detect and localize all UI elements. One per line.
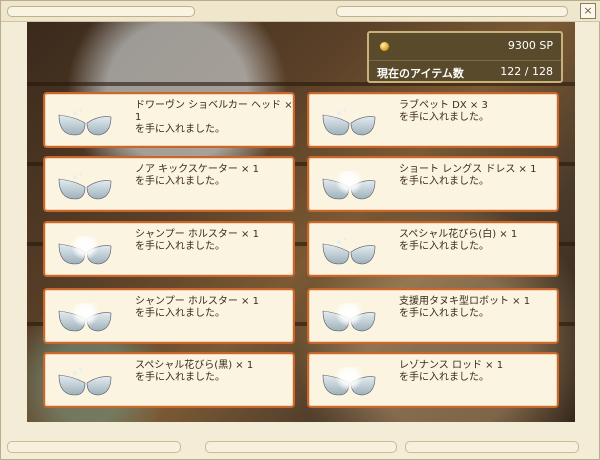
item-name: スペシャル花びら(白) × 1	[399, 229, 518, 240]
item-result: を手に入れました。	[399, 372, 489, 383]
result-text: シャンプー ホルスター × 1 を手に入れました。	[135, 296, 293, 320]
result-card: スペシャル花びら(白) × 1 を手に入れました。	[307, 221, 559, 277]
result-card: スペシャル花びら(黒) × 1 を手に入れました。	[43, 352, 295, 408]
result-text: レゾナンス ロッド × 1 を手に入れました。	[399, 360, 557, 384]
result-card: シャンプー ホルスター × 1 を手に入れました。	[43, 288, 295, 344]
close-button[interactable]: ×	[580, 3, 596, 19]
capsule-icon	[319, 236, 379, 266]
capsule-icon	[55, 303, 115, 333]
item-result: を手に入れました。	[135, 176, 225, 187]
item-result: を手に入れました。	[135, 241, 225, 252]
gacha-result-window: × 9300 SP 現在のアイテム数 122 / 128 ドワーヴン ショベルカ…	[0, 0, 600, 460]
capsule-icon	[319, 171, 379, 201]
result-card: ショート レングス ドレス × 1 を手に入れました。	[307, 156, 559, 212]
item-name: ノア キックスケーター × 1	[135, 164, 259, 175]
item-name: ショート レングス ドレス × 1	[399, 164, 537, 175]
item-result: を手に入れました。	[399, 241, 489, 252]
result-text: ドワーヴン ショベルカー ヘッド × 1 を手に入れました。	[135, 100, 293, 136]
item-result: を手に入れました。	[399, 112, 489, 123]
bottom-grip-0	[7, 441, 181, 453]
capsule-icon	[319, 367, 379, 397]
status-panel: 9300 SP 現在のアイテム数 122 / 128	[367, 31, 563, 83]
item-name: ラブペット DX × 3	[399, 100, 488, 111]
result-card: 支援用タヌキ型ロボット × 1 を手に入れました。	[307, 288, 559, 344]
bottom-grip-1	[205, 441, 397, 453]
item-name: 支援用タヌキ型ロボット × 1	[399, 296, 531, 307]
item-result: を手に入れました。	[399, 176, 489, 187]
result-text: シャンプー ホルスター × 1 を手に入れました。	[135, 229, 293, 253]
result-text: スペシャル花びら(白) × 1 を手に入れました。	[399, 229, 557, 253]
item-count-value: 122 / 128	[500, 65, 553, 78]
item-result: を手に入れました。	[399, 308, 489, 319]
coin-icon	[379, 41, 390, 52]
result-text: 支援用タヌキ型ロボット × 1 を手に入れました。	[399, 296, 557, 320]
item-result: を手に入れました。	[135, 372, 225, 383]
item-name: ドワーヴン ショベルカー ヘッド × 1	[135, 100, 293, 123]
result-text: ラブペット DX × 3 を手に入れました。	[399, 100, 557, 124]
result-card: ラブペット DX × 3 を手に入れました。	[307, 92, 559, 148]
capsule-icon	[55, 367, 115, 397]
item-result: を手に入れました。	[135, 124, 225, 135]
result-text: ノア キックスケーター × 1 を手に入れました。	[135, 164, 293, 188]
result-text: スペシャル花びら(黒) × 1 を手に入れました。	[135, 360, 293, 384]
result-text: ショート レングス ドレス × 1 を手に入れました。	[399, 164, 557, 188]
sp-value: 9300 SP	[507, 39, 553, 52]
result-card: レゾナンス ロッド × 1 を手に入れました。	[307, 352, 559, 408]
result-card: シャンプー ホルスター × 1 を手に入れました。	[43, 221, 295, 277]
item-name: スペシャル花びら(黒) × 1	[135, 360, 254, 371]
title-bar[interactable]: ×	[1, 1, 600, 22]
capsule-icon	[55, 107, 115, 137]
capsule-icon	[319, 107, 379, 137]
result-card: ノア キックスケーター × 1 を手に入れました。	[43, 156, 295, 212]
capsule-icon	[55, 236, 115, 266]
item-count-row: 現在のアイテム数 122 / 128	[369, 60, 561, 83]
item-name: シャンプー ホルスター × 1	[135, 229, 259, 240]
item-name: シャンプー ホルスター × 1	[135, 296, 259, 307]
item-result: を手に入れました。	[135, 308, 225, 319]
item-count-label: 現在のアイテム数	[377, 67, 464, 80]
sp-row: 9300 SP	[369, 36, 561, 58]
title-grip-right	[336, 6, 568, 17]
result-card: ドワーヴン ショベルカー ヘッド × 1 を手に入れました。	[43, 92, 295, 148]
capsule-icon	[55, 171, 115, 201]
title-grip-left	[7, 6, 195, 17]
capsule-icon	[319, 303, 379, 333]
item-name: レゾナンス ロッド × 1	[399, 360, 504, 371]
bottom-grip-2	[405, 441, 579, 453]
